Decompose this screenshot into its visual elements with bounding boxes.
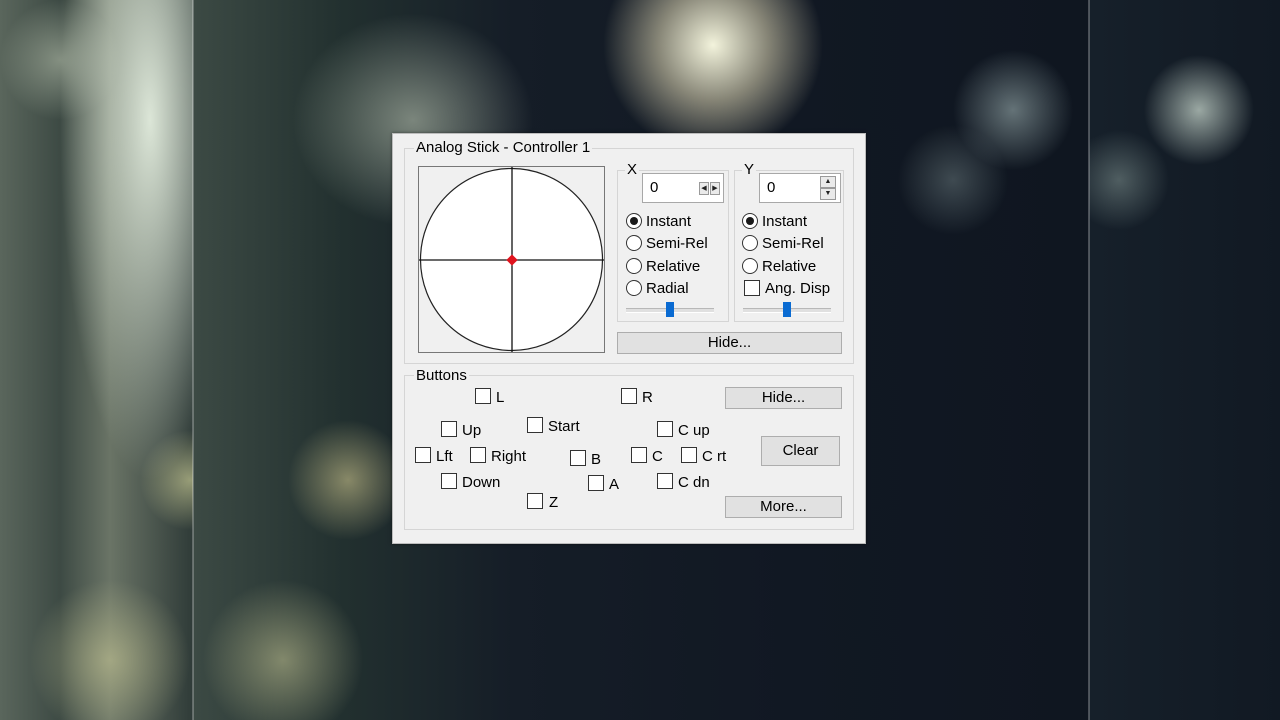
- x-mode-radial-label: Radial: [646, 280, 689, 297]
- button-a-label: A: [609, 476, 620, 493]
- button-b-checkbox[interactable]: [570, 450, 586, 466]
- button-l-label: L: [496, 389, 505, 406]
- button-start-checkbox[interactable]: [527, 417, 543, 433]
- background-divider-right: [1088, 0, 1090, 720]
- y-decrement-icon[interactable]: ▼: [820, 188, 836, 200]
- button-c-rt-label: C rt: [702, 448, 727, 465]
- button-c-up-checkbox[interactable]: [657, 421, 673, 437]
- y-sensitivity-slider-thumb[interactable]: [783, 302, 791, 317]
- clear-button[interactable]: Clear: [761, 436, 840, 466]
- analog-stick-dialog: Analog Stick - Controller 1 X 0 ◀ ▶ Inst…: [392, 133, 866, 544]
- button-l-checkbox[interactable]: [475, 388, 491, 404]
- y-mode-instant-label: Instant: [762, 213, 808, 230]
- background-left-panel: [0, 0, 193, 720]
- buttons-group-label: Buttons: [414, 367, 469, 384]
- button-lft-label: Lft: [436, 448, 453, 465]
- x-value-spinbox[interactable]: 0 ◀ ▶: [642, 173, 724, 203]
- analog-stick-group-label: Analog Stick - Controller 1: [414, 139, 593, 156]
- y-mode-semirel-radio[interactable]: [742, 235, 758, 251]
- button-z-label: Z: [549, 494, 559, 511]
- button-start-label: Start: [548, 418, 580, 435]
- x-increment-icon[interactable]: ▶: [710, 182, 720, 195]
- button-c-up-label: C up: [678, 422, 710, 439]
- button-a-checkbox[interactable]: [588, 475, 604, 491]
- x-axis-label: X: [625, 161, 640, 178]
- y-mode-instant-radio[interactable]: [742, 213, 758, 229]
- y-mode-relative-label: Relative: [762, 258, 817, 275]
- x-mode-semirel-label: Semi-Rel: [646, 235, 708, 252]
- analog-stick-pad[interactable]: [418, 166, 605, 353]
- x-sensitivity-slider-thumb[interactable]: [666, 302, 674, 317]
- background-divider-left: [192, 0, 194, 720]
- y-axis-label: Y: [742, 161, 757, 178]
- stick-display: [419, 167, 604, 352]
- button-r-checkbox[interactable]: [621, 388, 637, 404]
- button-up-label: Up: [462, 422, 482, 439]
- y-mode-semirel-label: Semi-Rel: [762, 235, 824, 252]
- button-r-label: R: [642, 389, 653, 406]
- x-mode-relative-radio[interactable]: [626, 258, 642, 274]
- x-mode-instant-radio[interactable]: [626, 213, 642, 229]
- button-c-dn-label: C dn: [678, 474, 710, 491]
- background-right-panel: [1089, 0, 1280, 720]
- button-c-label: C: [652, 448, 663, 465]
- button-b-label: B: [591, 451, 602, 468]
- y-value-text: 0: [767, 179, 776, 196]
- ang-disp-label: Ang. Disp: [765, 280, 831, 297]
- button-c-dn-checkbox[interactable]: [657, 473, 673, 489]
- hide-buttons-button[interactable]: Hide...: [725, 387, 842, 409]
- button-down-label: Down: [462, 474, 501, 491]
- hide-stick-button[interactable]: Hide...: [617, 332, 842, 354]
- button-right-checkbox[interactable]: [470, 447, 486, 463]
- x-value-text: 0: [650, 179, 659, 196]
- button-down-checkbox[interactable]: [441, 473, 457, 489]
- x-mode-relative-label: Relative: [646, 258, 701, 275]
- y-increment-icon[interactable]: ▲: [820, 176, 836, 188]
- button-lft-checkbox[interactable]: [415, 447, 431, 463]
- button-c-checkbox[interactable]: [631, 447, 647, 463]
- button-up-checkbox[interactable]: [441, 421, 457, 437]
- x-mode-instant-label: Instant: [646, 213, 692, 230]
- x-decrement-icon[interactable]: ◀: [699, 182, 709, 195]
- y-mode-relative-radio[interactable]: [742, 258, 758, 274]
- ang-disp-checkbox[interactable]: [744, 280, 760, 296]
- x-mode-semirel-radio[interactable]: [626, 235, 642, 251]
- button-c-rt-checkbox[interactable]: [681, 447, 697, 463]
- button-z-checkbox[interactable]: [527, 493, 543, 509]
- x-mode-radial-radio[interactable]: [626, 280, 642, 296]
- y-value-spinbox[interactable]: 0 ▲ ▼: [759, 173, 841, 203]
- more-button[interactable]: More...: [725, 496, 842, 518]
- button-right-label: Right: [491, 448, 527, 465]
